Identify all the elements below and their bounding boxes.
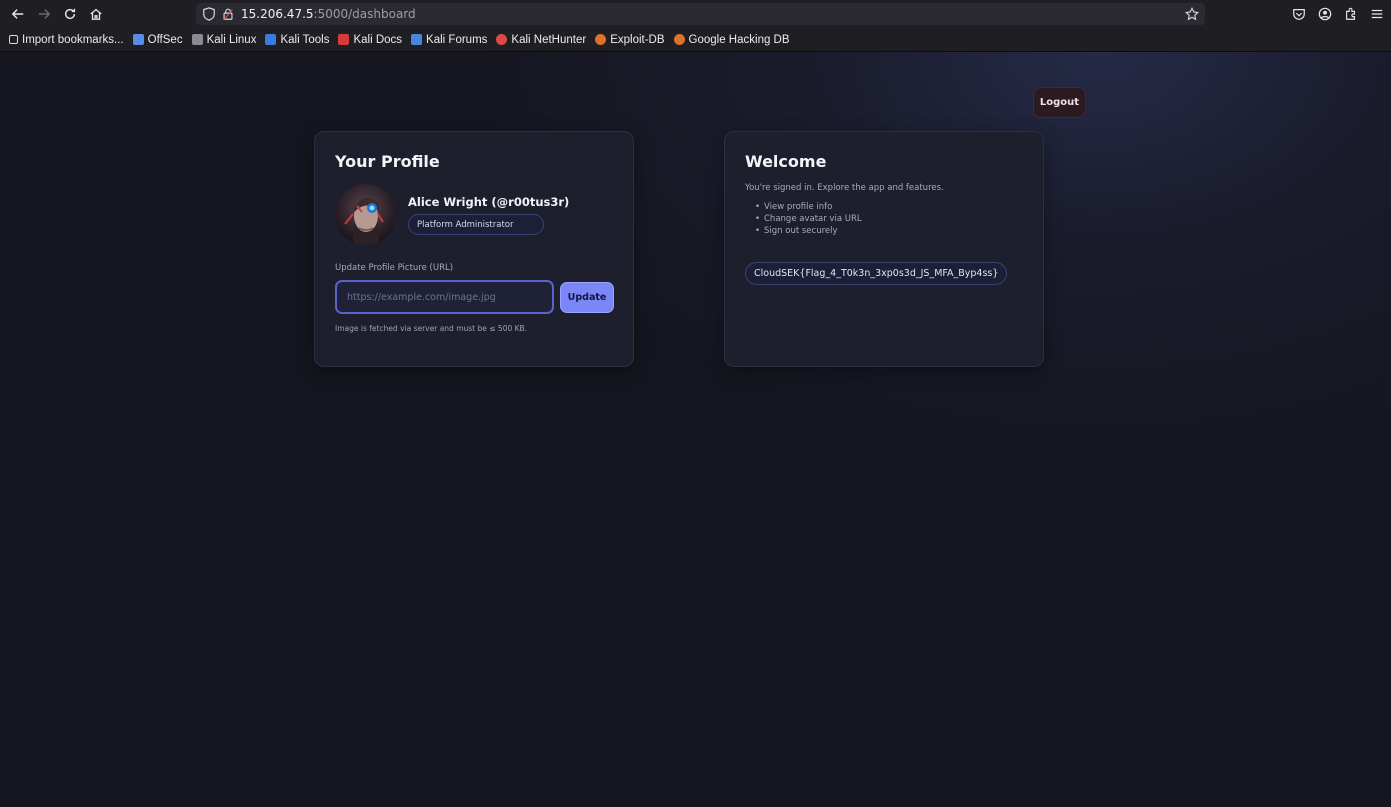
bookmark-label: Exploit-DB: [610, 33, 665, 46]
toolbar-right: [1291, 0, 1385, 28]
exploit-db-icon: [595, 34, 607, 45]
bookmark-kali-tools[interactable]: Kali Tools: [265, 34, 329, 46]
list-item: View profile info: [755, 201, 862, 213]
bookmark-ghdb[interactable]: Google Hacking DB: [673, 33, 790, 46]
bookmark-label: Kali Tools: [280, 33, 330, 46]
avatar-url-input[interactable]: [335, 280, 554, 314]
url-host: 15.206.47.5: [241, 7, 314, 21]
bookmark-label: Import bookmarks...: [22, 33, 124, 46]
pocket-icon[interactable]: [1291, 6, 1307, 22]
kali-forums-icon: [411, 34, 423, 45]
bookmark-offsec[interactable]: OffSec: [132, 33, 183, 46]
offsec-icon: [132, 34, 144, 45]
bookmark-import[interactable]: Import bookmarks...: [9, 34, 124, 46]
bookmark-label: Kali Docs: [353, 33, 403, 46]
bookmark-kali-linux[interactable]: Kali Linux: [191, 33, 257, 46]
url-text[interactable]: 15.206.47.5:5000/dashboard: [241, 7, 416, 21]
list-item: Change avatar via URL: [755, 213, 862, 225]
welcome-card: Welcome You're signed in. Explore the ap…: [724, 131, 1044, 367]
flag-badge: CloudSEK{Flag_4_T0k3n_3xp0s3d_JS_MFA_Byp…: [745, 262, 1008, 285]
home-icon[interactable]: [83, 0, 109, 28]
import-icon: [9, 35, 18, 44]
nethunter-icon: [496, 34, 508, 45]
dashboard-page: Logout Your Profile Alice Wright (@r00tu…: [0, 52, 1391, 807]
bookmark-kali-forums[interactable]: Kali Forums: [411, 34, 487, 46]
bookmark-label: Google Hacking DB: [688, 33, 790, 46]
feature-list: View profile info Change avatar via URL …: [755, 201, 862, 237]
avatar: [335, 184, 396, 245]
extensions-icon[interactable]: [1343, 6, 1359, 22]
update-button[interactable]: Update: [560, 282, 614, 313]
address-bar[interactable]: 15.206.47.5:5000/dashboard: [196, 3, 1205, 25]
bookmark-label: Kali Linux: [206, 33, 257, 46]
kali-docs-icon: [338, 34, 350, 45]
profile-name: Alice Wright (@r00tus3r): [408, 195, 570, 209]
bookmark-kali-nethunter[interactable]: Kali NetHunter: [496, 34, 586, 46]
back-icon[interactable]: [5, 0, 31, 28]
bookmarks-bar: Import bookmarks... OffSec Kali Linux Ka…: [0, 28, 1391, 52]
kali-icon: [191, 34, 203, 45]
avatar-url-label: Update Profile Picture (URL): [335, 263, 454, 273]
bookmark-exploit-db[interactable]: Exploit-DB: [595, 33, 665, 46]
bookmark-label: Kali Forums: [426, 33, 488, 46]
kali-tools-icon: [265, 34, 277, 45]
welcome-intro: You're signed in. Explore the app and fe…: [745, 183, 944, 193]
insecure-lock-icon[interactable]: [222, 7, 234, 21]
profile-card: Your Profile Alice Wright (@r00tus3r) Pl…: [314, 131, 634, 367]
browser-toolbar: 15.206.47.5:5000/dashboard: [0, 0, 1391, 28]
account-icon[interactable]: [1317, 6, 1333, 22]
bookmark-kali-docs[interactable]: Kali Docs: [338, 34, 402, 46]
shield-icon[interactable]: [202, 7, 216, 21]
welcome-title: Welcome: [745, 152, 827, 171]
logout-button[interactable]: Logout: [1033, 87, 1086, 118]
profile-title: Your Profile: [335, 152, 440, 171]
ghdb-icon: [673, 34, 685, 45]
bookmark-star-icon[interactable]: [1185, 7, 1199, 21]
role-badge: Platform Administrator: [408, 214, 544, 235]
forward-icon[interactable]: [31, 0, 57, 28]
avatar-url-hint: Image is fetched via server and must be …: [335, 324, 528, 333]
bookmark-label: OffSec: [147, 33, 183, 46]
list-item: Sign out securely: [755, 225, 862, 237]
reload-icon[interactable]: [57, 0, 83, 28]
menu-icon[interactable]: [1369, 6, 1385, 22]
url-path: :5000/dashboard: [313, 7, 416, 21]
bookmark-label: Kali NetHunter: [511, 33, 587, 46]
